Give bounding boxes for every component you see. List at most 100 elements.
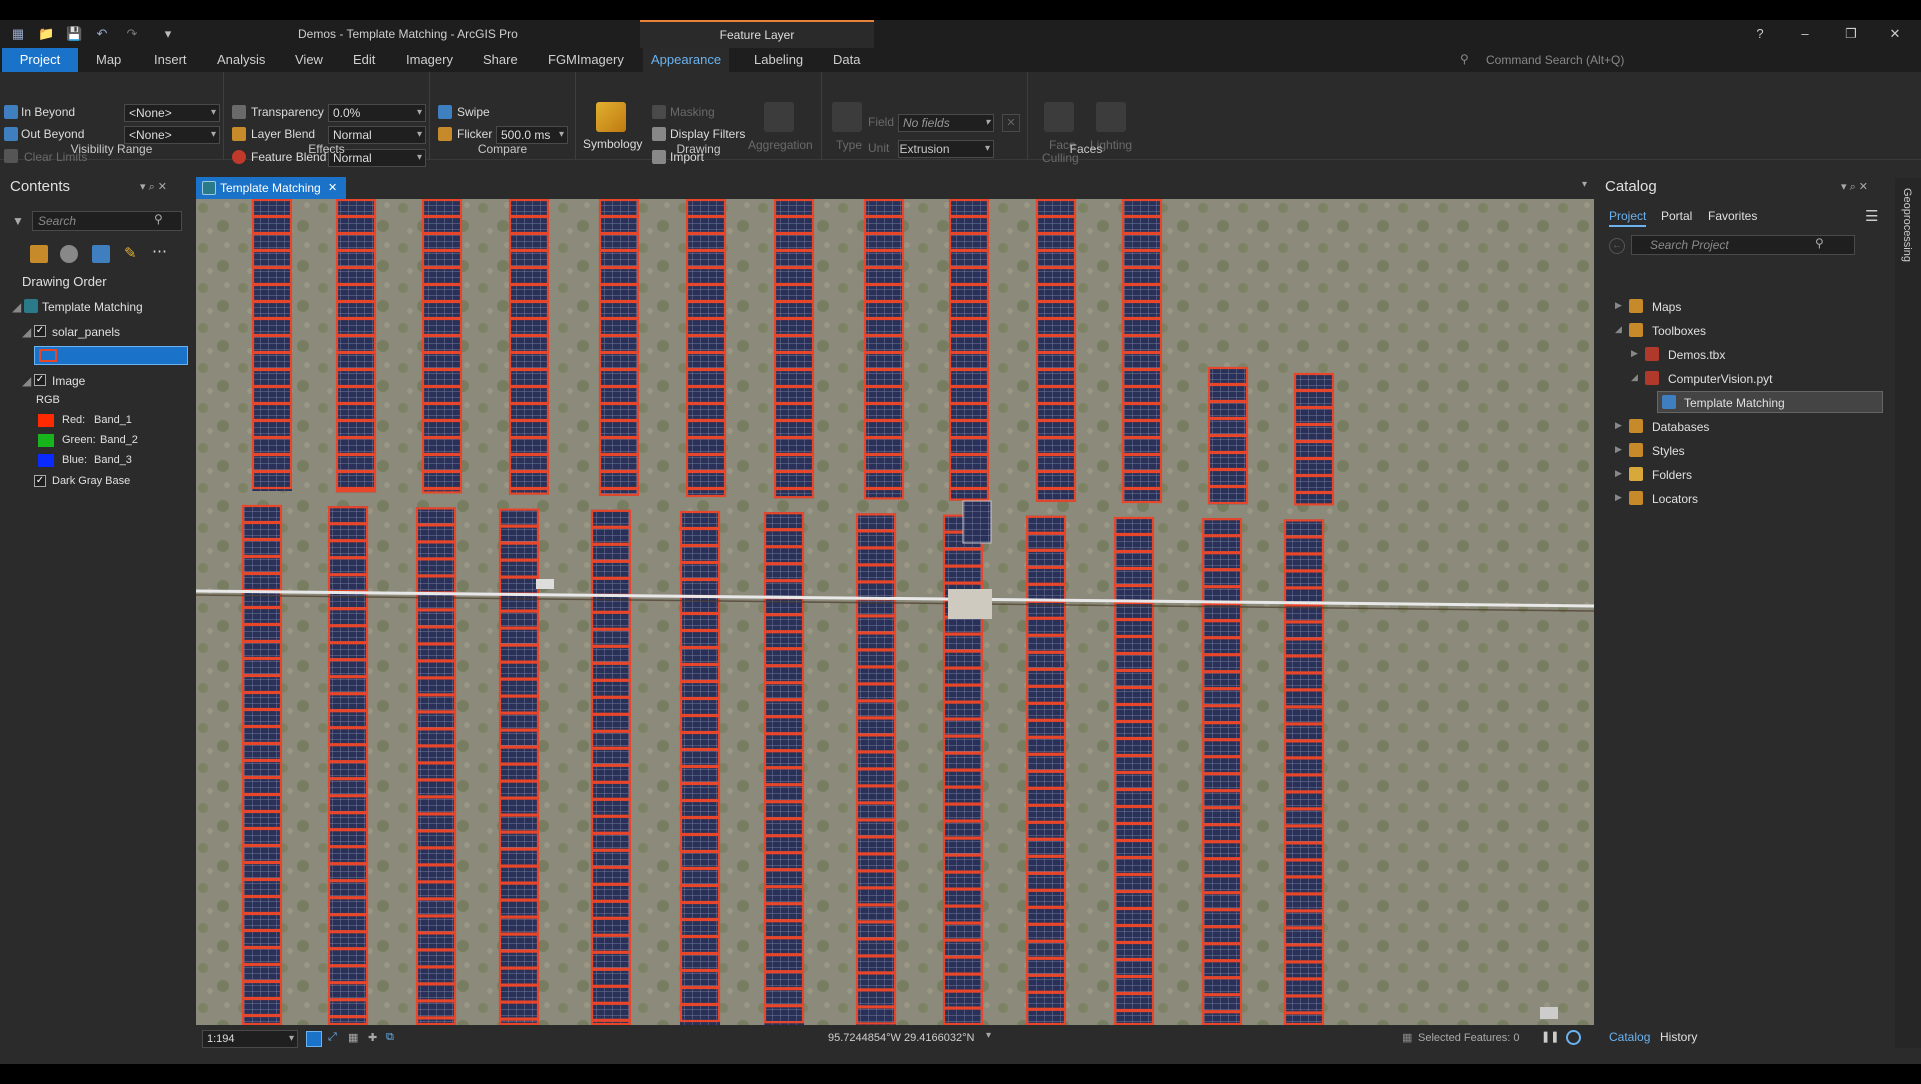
catalog-computervision-pyt[interactable]: ComputerVision.pyt [1668,372,1773,386]
catalog-selected-tool-row[interactable]: Template Matching [1657,391,1883,413]
tab-map[interactable]: Map [88,48,129,72]
layer-visibility-checkbox[interactable]: ✓ [34,325,46,337]
transparency-input[interactable]: 0.0% [328,104,426,122]
layer-dark-gray-base[interactable]: Dark Gray Base [52,475,130,487]
tab-imagery[interactable]: Imagery [398,48,461,72]
filter-icon[interactable]: ▼ [12,214,24,228]
display-filters-icon [652,127,666,141]
redo-icon[interactable]: ↷ [124,26,140,42]
masking-button[interactable]: Masking [670,105,715,119]
fixed-zoom-icon[interactable] [306,1031,322,1047]
catalog-title: Catalog [1605,178,1657,195]
catalog-tab-favorites[interactable]: Favorites [1708,209,1757,223]
compare-label: Compare [477,142,528,156]
expand-demos-icon[interactable]: ▶ [1631,348,1638,359]
catalog-tab-portal[interactable]: Portal [1661,209,1692,223]
refresh-icon[interactable] [1566,1030,1581,1045]
extrusion-field-dropdown[interactable]: No fields [898,114,994,132]
catalog-demos-tbx[interactable]: Demos.tbx [1668,348,1725,362]
tab-view[interactable]: View [287,48,331,72]
tab-insert[interactable]: Insert [146,48,195,72]
selected-features-count[interactable]: Selected Features: 0 [1418,1032,1520,1044]
layer-solar-panels[interactable]: solar_panels [52,325,120,339]
ribbon: In Beyond <None> Out Beyond <None> Clear… [0,72,1921,167]
open-project-icon[interactable]: 📁 [38,26,54,42]
constraints-icon[interactable]: ⧉ [386,1031,394,1044]
in-beyond-dropdown[interactable]: <None> [124,104,220,122]
more-options-icon[interactable]: ⋯ [152,242,167,260]
view-options-icon[interactable]: ▾ [1582,179,1587,190]
tab-fgmimagery[interactable]: FGMImagery [540,48,632,72]
panel-row [590,509,632,1025]
catalog-folders[interactable]: Folders [1652,468,1692,482]
save-icon[interactable]: 💾 [66,26,82,42]
catalog-bottom-tab-history[interactable]: History [1660,1030,1697,1044]
help-button[interactable]: ? [1745,24,1775,44]
display-filters-button[interactable]: Display Filters [670,127,745,141]
tab-labeling[interactable]: Labeling [746,48,811,72]
drawing-order-heading: Drawing Order [22,274,107,289]
swipe-button[interactable]: Swipe [457,105,490,119]
catalog-databases[interactable]: Databases [1652,420,1709,434]
pause-drawing-icon[interactable]: ❚❚ [1541,1030,1559,1043]
expression-icon[interactable]: ✕ [1002,114,1020,132]
tab-data[interactable]: Data [825,48,868,72]
expand-styles-icon[interactable]: ▶ [1615,444,1622,455]
catalog-maps[interactable]: Maps [1652,300,1681,314]
flicker-label: Flicker [457,127,493,141]
map-name[interactable]: Template Matching [42,300,143,314]
layer-image[interactable]: Image [52,374,85,388]
expand-locators-icon[interactable]: ▶ [1615,492,1622,503]
drawing-order-icon[interactable] [30,245,48,263]
close-tab-icon[interactable]: ✕ [328,177,337,199]
grid-icon[interactable]: ▦ [348,1031,358,1044]
close-button[interactable]: ✕ [1880,24,1910,44]
map-canvas[interactable] [196,199,1594,1025]
tab-share[interactable]: Share [475,48,526,72]
minimize-button[interactable]: – [1790,24,1820,44]
basemap-visibility-checkbox[interactable]: ✓ [34,475,46,487]
expand-map-icon[interactable]: ◢ [12,300,21,314]
expand-image-icon[interactable]: ◢ [22,374,31,388]
image-visibility-checkbox[interactable]: ✓ [34,374,46,386]
catalog-locators[interactable]: Locators [1652,492,1698,506]
editing-icon[interactable]: ✎ [124,244,137,262]
catalog-template-matching[interactable]: Template Matching [1684,396,1785,410]
scale-dropdown[interactable]: 1:194 [202,1030,298,1048]
snapping-icon[interactable]: ✚ [368,1031,377,1044]
visibility-range-label: Visibility Range [70,142,153,156]
app-icon[interactable]: ▦ [10,26,26,42]
fixed-extent-icon[interactable]: ⤢ [328,1031,337,1044]
tab-project[interactable]: Project [2,48,78,72]
expand-toolboxes-icon[interactable]: ◢ [1615,324,1622,335]
tab-analysis[interactable]: Analysis [209,48,273,72]
restore-button[interactable]: ❐ [1836,24,1866,44]
customize-toolbar-icon[interactable]: ▾ [160,26,176,42]
selected-symbol-row[interactable] [34,346,188,365]
catalog-tab-project[interactable]: Project [1609,209,1647,227]
catalog-menu-icon[interactable]: ☰ [1865,207,1878,225]
layer-blend-icon [232,127,246,141]
coordinate-format-icon[interactable]: ▾ [986,1030,991,1041]
catalog-toolboxes[interactable]: Toolboxes [1652,324,1706,338]
expand-folders-icon[interactable]: ▶ [1615,468,1622,479]
map-view-tab[interactable]: Template Matching ✕ [196,177,346,199]
panel-row [1283,519,1325,1025]
catalog-styles[interactable]: Styles [1652,444,1685,458]
geoprocessing-side-tab[interactable]: Geoprocessing [1895,178,1921,1048]
back-icon[interactable]: ← [1609,238,1625,254]
data-source-icon[interactable] [60,245,78,263]
expand-databases-icon[interactable]: ▶ [1615,420,1622,431]
expand-cv-icon[interactable]: ◢ [1631,372,1638,383]
expand-maps-icon[interactable]: ▶ [1615,300,1622,311]
undo-icon[interactable]: ↶ [94,26,110,42]
red-swatch [38,414,54,427]
tab-appearance[interactable]: Appearance [643,48,730,72]
catalog-bottom-tab-catalog[interactable]: Catalog [1609,1030,1650,1044]
selection-icon[interactable] [92,245,110,263]
expand-layer-icon[interactable]: ◢ [22,325,31,339]
pane-menu-icon[interactable]: ▾ ⌕ ✕ [140,180,167,194]
tab-edit[interactable]: Edit [345,48,383,72]
pane-menu-icon[interactable]: ▾ ⌕ ✕ [1841,180,1868,194]
command-search-input[interactable]: Command Search (Alt+Q) [1486,51,1906,69]
